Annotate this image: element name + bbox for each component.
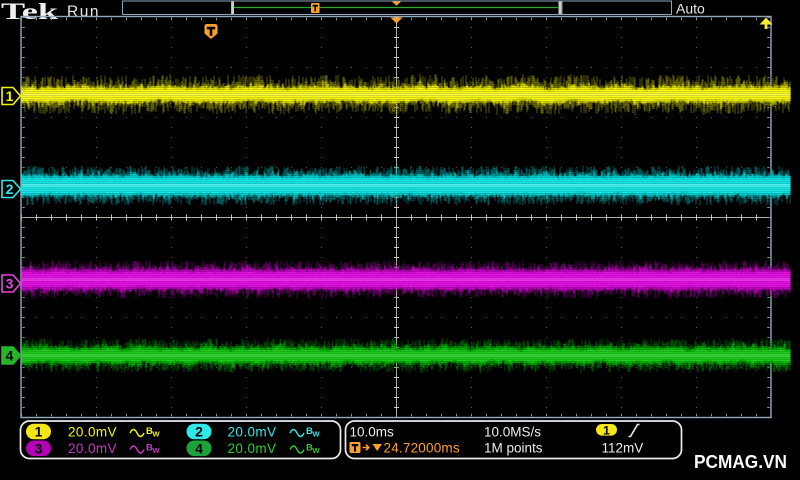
svg-text:10.0ms: 10.0ms [350,425,395,440]
svg-text:20.0mV: 20.0mV [68,425,117,440]
svg-text:W: W [313,446,321,455]
svg-text:Auto: Auto [676,1,705,17]
svg-text:112mV: 112mV [602,441,644,456]
svg-text:4: 4 [195,440,203,456]
svg-text:W: W [153,446,161,455]
svg-text:W: W [153,430,161,439]
svg-text:1M points: 1M points [484,441,543,456]
svg-text:3: 3 [6,276,14,292]
svg-text:20.0mV: 20.0mV [228,425,277,440]
svg-text:24.72000ms: 24.72000ms [384,441,460,456]
svg-text:PCMAG.VN: PCMAG.VN [694,452,787,472]
svg-text:2: 2 [195,424,203,440]
svg-text:20.0mV: 20.0mV [228,441,277,456]
svg-text:W: W [313,430,321,439]
svg-text:20.0mV: 20.0mV [68,441,117,456]
svg-text:1: 1 [603,423,610,437]
svg-text:Run: Run [67,4,100,21]
svg-text:4: 4 [6,348,14,364]
svg-text:1: 1 [35,424,43,440]
svg-text:2: 2 [6,181,14,197]
svg-text:3: 3 [35,440,43,456]
svg-text:Tek: Tek [1,0,58,24]
svg-text:1: 1 [6,88,14,104]
svg-text:10.0MS/s: 10.0MS/s [484,425,541,440]
